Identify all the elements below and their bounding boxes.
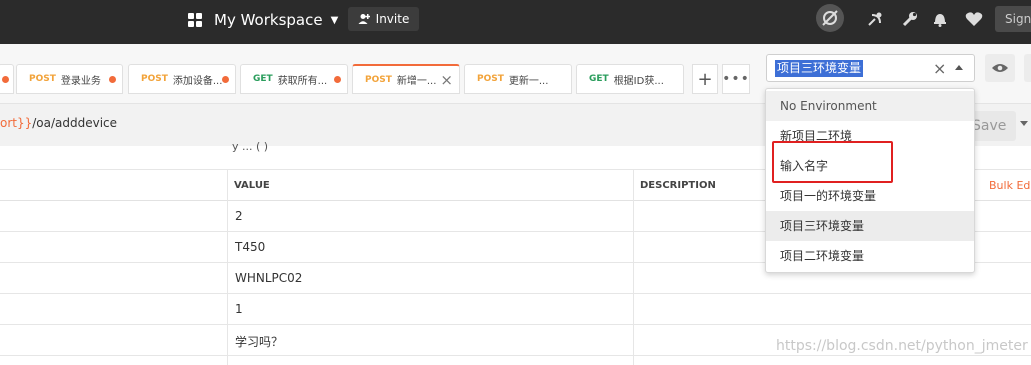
heart-icon[interactable] [962,7,986,31]
value-cell[interactable]: 1 [235,302,243,316]
partial-row-text: y ... ( ) [232,140,269,153]
save-caret-icon[interactable] [1020,121,1028,126]
menu-item-environment-selected[interactable]: 项目三环境变量 [766,211,974,241]
close-icon[interactable]: × [440,71,453,89]
environment-quick-look-button[interactable] [985,54,1015,82]
request-url[interactable]: ort}}/oa/adddevice [0,116,117,130]
unsaved-dot [2,76,9,83]
unsaved-dot [109,76,116,83]
eye-icon [992,64,1008,72]
tab-options-button[interactable]: ••• [722,64,750,94]
invite-label: Invite [375,12,410,26]
plus-icon: + [697,68,713,90]
method-label: POST [29,74,56,84]
method-label: POST [141,74,168,84]
column-header-value: VALUE [234,180,270,191]
method-label: POST [365,74,392,85]
more-icon: ••• [722,71,750,87]
satellite-icon[interactable] [864,7,888,31]
tab-title: 获取所有... [277,75,328,87]
caret-down-icon: ▼ [330,14,339,26]
tab-partial[interactable] [0,64,14,94]
invite-button[interactable]: Invite [348,7,419,31]
sync-off-icon[interactable] [816,4,844,32]
method-label: POST [477,74,504,84]
grid-icon [188,13,202,27]
table-row[interactable]: 1 [0,294,1031,325]
value-cell[interactable]: T450 [235,240,265,254]
method-label: GET [253,74,273,84]
menu-item-environment[interactable]: 项目一的环境变量 [766,181,974,211]
menu-item-no-environment[interactable]: No Environment [766,91,974,121]
value-cell[interactable]: WHNLPC02 [235,271,302,285]
method-label: GET [589,74,609,84]
value-cell[interactable]: 2 [235,209,243,223]
settings-button-partial[interactable] [1024,54,1031,82]
chevron-up-icon[interactable] [955,65,963,70]
unsaved-dot [222,76,229,83]
request-tab[interactable]: POST 更新一... [464,64,572,94]
column-header-description: DESCRIPTION [640,180,716,191]
tab-title: 添加设备... [172,75,223,87]
request-tab[interactable]: GET 获取所有... [240,64,348,94]
top-bar: My Workspace ▼ Invite Sign [0,0,1031,44]
annotation-highlight-box [772,141,893,183]
url-path: /oa/adddevice [32,116,118,130]
request-tab[interactable]: POST 添加设备... [128,64,236,94]
tab-title: 根据ID获... [613,75,664,87]
bulk-edit-link[interactable]: Bulk Ed [989,179,1030,192]
unsaved-dot [334,76,341,83]
workspace-switcher[interactable]: My Workspace ▼ [188,9,338,31]
tab-title: 登录业务 [60,75,101,87]
tab-title: 更新一... [508,75,549,87]
wrench-icon[interactable] [898,7,922,31]
bell-icon[interactable] [928,7,952,31]
environment-selected-value[interactable]: 项目三环境变量 [775,60,864,77]
request-tab[interactable]: POST 登录业务 [16,64,123,94]
watermark: https://blog.csdn.net/python_jmeter [776,338,1028,354]
url-variable: ort}} [0,116,33,130]
clear-icon[interactable]: × [933,59,946,78]
tab-title: 新增一... [396,76,437,87]
workspace-name: My Workspace [214,11,323,29]
menu-item-environment[interactable]: 项目二环境变量 [766,241,974,271]
new-tab-button[interactable]: + [692,64,718,94]
sign-in-button[interactable]: Sign [995,6,1031,32]
environment-select[interactable]: 项目三环境变量 × [766,54,975,82]
request-tab-active[interactable]: POST 新增一... × [352,64,460,94]
value-cell[interactable]: 学习吗？ [235,333,283,350]
add-user-icon [358,14,370,24]
request-tab[interactable]: GET 根据ID获... [576,64,684,94]
